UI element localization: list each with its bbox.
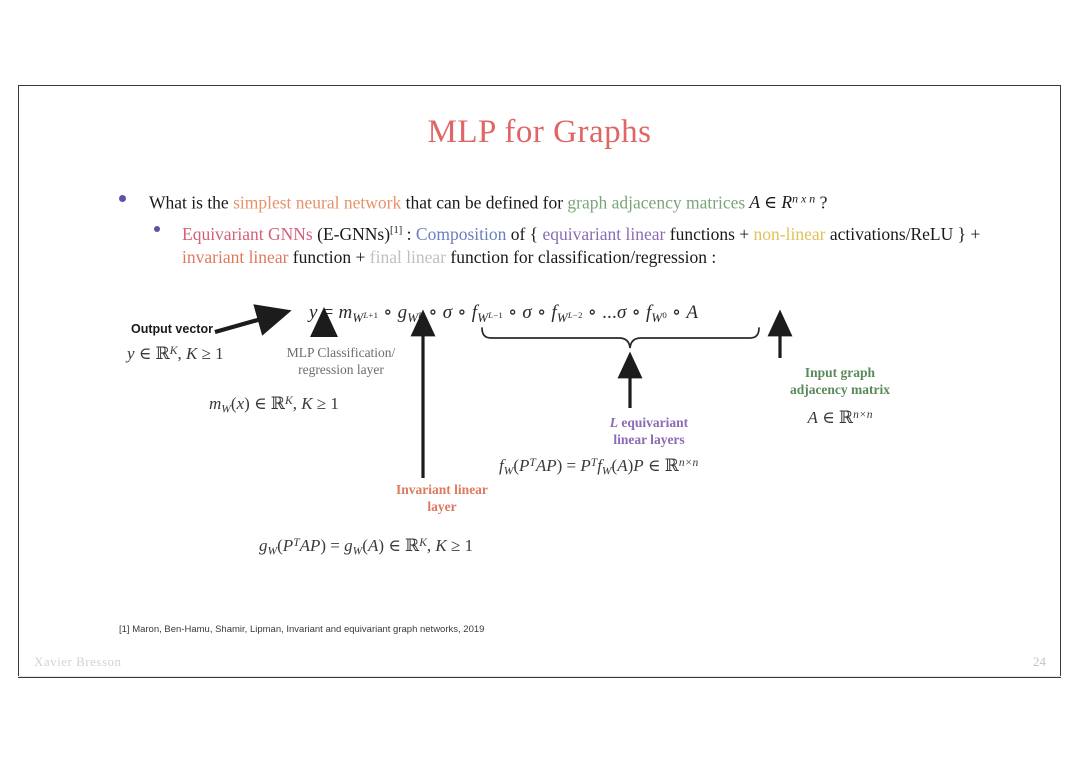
bullet-level-2-text: Equivariant GNNs (E-GNNs)[1] : Compositi… <box>182 219 1034 269</box>
b2-citation-ref: [1] <box>390 225 403 236</box>
input-graph-label-line2: adjacency matrix <box>789 382 891 397</box>
b2-invariant-linear: invariant linear <box>182 246 289 267</box>
output-vector-label: Output vector <box>131 322 213 336</box>
equivariant-layers-label-line2: linear layers <box>613 432 685 447</box>
eq-term-g: gWL <box>397 302 424 325</box>
eq-term-m: mWL+1 <box>338 302 379 325</box>
b2-final-linear: final linear <box>369 246 447 267</box>
page-title: MLP for Graphs <box>427 114 652 150</box>
b2-colon: : <box>402 223 416 244</box>
eq-term-A: A <box>686 302 699 323</box>
b2-composition: Composition <box>415 223 507 244</box>
equivariant-layers-label: L equivariant linear layers <box>579 414 719 448</box>
eq-compose-7: ∘ <box>631 302 641 323</box>
bullet-level-1: What is the simplest neural network that… <box>119 188 1019 214</box>
input-graph-label-line1: Input graph <box>804 365 876 380</box>
equivariant-layers-label-line1: equivariant <box>618 415 689 430</box>
output-vector-math: y ∈ ℝK, K ≥ 1 <box>127 344 224 365</box>
b1-part2: that can be defined for <box>401 192 568 213</box>
eq-compose-1: ∘ <box>383 302 393 323</box>
b2-tail: function for classification/regression : <box>446 246 717 267</box>
slide-frame: MLP for Graphs What is the simplest neur… <box>18 85 1061 678</box>
bullet-level-2: Equivariant GNNs (E-GNNs)[1] : Compositi… <box>154 219 1034 269</box>
footnote-reference: [1] Maron, Ben-Hamu, Shamir, Lipman, Inv… <box>119 624 485 635</box>
output-vector-arrow <box>214 304 292 336</box>
b1-highlight-graph-adjacency-matrices: graph adjacency matrices <box>567 192 746 213</box>
eq-equals: = <box>322 302 334 323</box>
equivariant-layers-math: fW(PTAP) = PTfW(A)P ∈ ℝn×n <box>499 456 699 478</box>
footer-divider <box>18 676 1061 677</box>
b2-paren: (E-GNNs) <box>312 223 391 244</box>
eq-compose-6: ∘ <box>587 302 598 323</box>
b2-activations-text: activations/ReLU } + <box>829 223 981 244</box>
mlp-layer-math: mW(x) ∈ ℝK, K ≥ 1 <box>209 394 339 416</box>
main-equation: y = mWL+1 ∘ gWL ∘ σ ∘ fWL−1 ∘ σ ∘ fWL−2 … <box>309 301 698 326</box>
b2-non-linear: non-linear <box>753 223 826 244</box>
eq-compose-3: ∘ <box>457 302 467 323</box>
mlp-layer-label-line1: MLP Classification/ <box>286 345 396 360</box>
b1-part1: What is the <box>149 192 234 213</box>
input-graph-math: A ∈ ℝn×n <box>807 408 873 429</box>
footer-author: Xavier Bresson <box>34 654 122 669</box>
bullet-sub-dot-icon <box>154 226 160 232</box>
mlp-layer-label-line2: regression layer <box>298 362 384 377</box>
eq-sigma-1: σ <box>442 302 453 323</box>
b1-math-A: A ∈ Rn x n <box>749 192 816 213</box>
b2-equivariant-linear: equivariant linear <box>542 223 666 244</box>
b1-part3: ? <box>815 192 828 213</box>
eq-ellipsis: ...σ <box>602 302 627 323</box>
b2-equivariant-gnns: Equivariant GNNs <box>182 223 313 244</box>
b1-math-exponent: n x n <box>792 192 816 206</box>
eq-term-f1: fWL−1 <box>471 302 503 325</box>
invariant-layer-label: Invariant linear layer <box>371 481 513 515</box>
eq-compose-4: ∘ <box>507 302 518 323</box>
eq-sigma-2: σ <box>522 302 532 323</box>
eq-lhs: y <box>309 302 318 323</box>
footer-page-number: 24 <box>1033 654 1046 669</box>
equivariant-underbrace <box>481 327 760 349</box>
invariant-layer-math: gW(PTAP) = gW(A) ∈ ℝK, K ≥ 1 <box>259 536 474 558</box>
mlp-layer-label: MLP Classification/ regression layer <box>266 344 416 378</box>
b2-functions-plus: functions + <box>665 223 754 244</box>
equivariant-layers-label-L: L <box>609 415 619 430</box>
bullet-level-1-text: What is the simplest neural network that… <box>149 188 1019 214</box>
input-graph-label: Input graph adjacency matrix <box>761 364 919 398</box>
b1-highlight-simplest-neural-network: simplest neural network <box>233 192 402 213</box>
invariant-layer-label-line2: layer <box>427 499 457 514</box>
eq-compose-8: ∘ <box>671 302 682 323</box>
eq-compose-5: ∘ <box>536 302 547 323</box>
eq-term-f2: fWL−2 <box>551 302 583 325</box>
bullet-dot-icon <box>119 195 126 202</box>
b2-function-plus: function + <box>288 246 370 267</box>
eq-term-f0: fW0 <box>645 302 667 325</box>
invariant-layer-label-line1: Invariant linear <box>396 482 488 497</box>
b2-of-open: of { <box>506 223 543 244</box>
eq-compose-2: ∘ <box>428 302 438 323</box>
